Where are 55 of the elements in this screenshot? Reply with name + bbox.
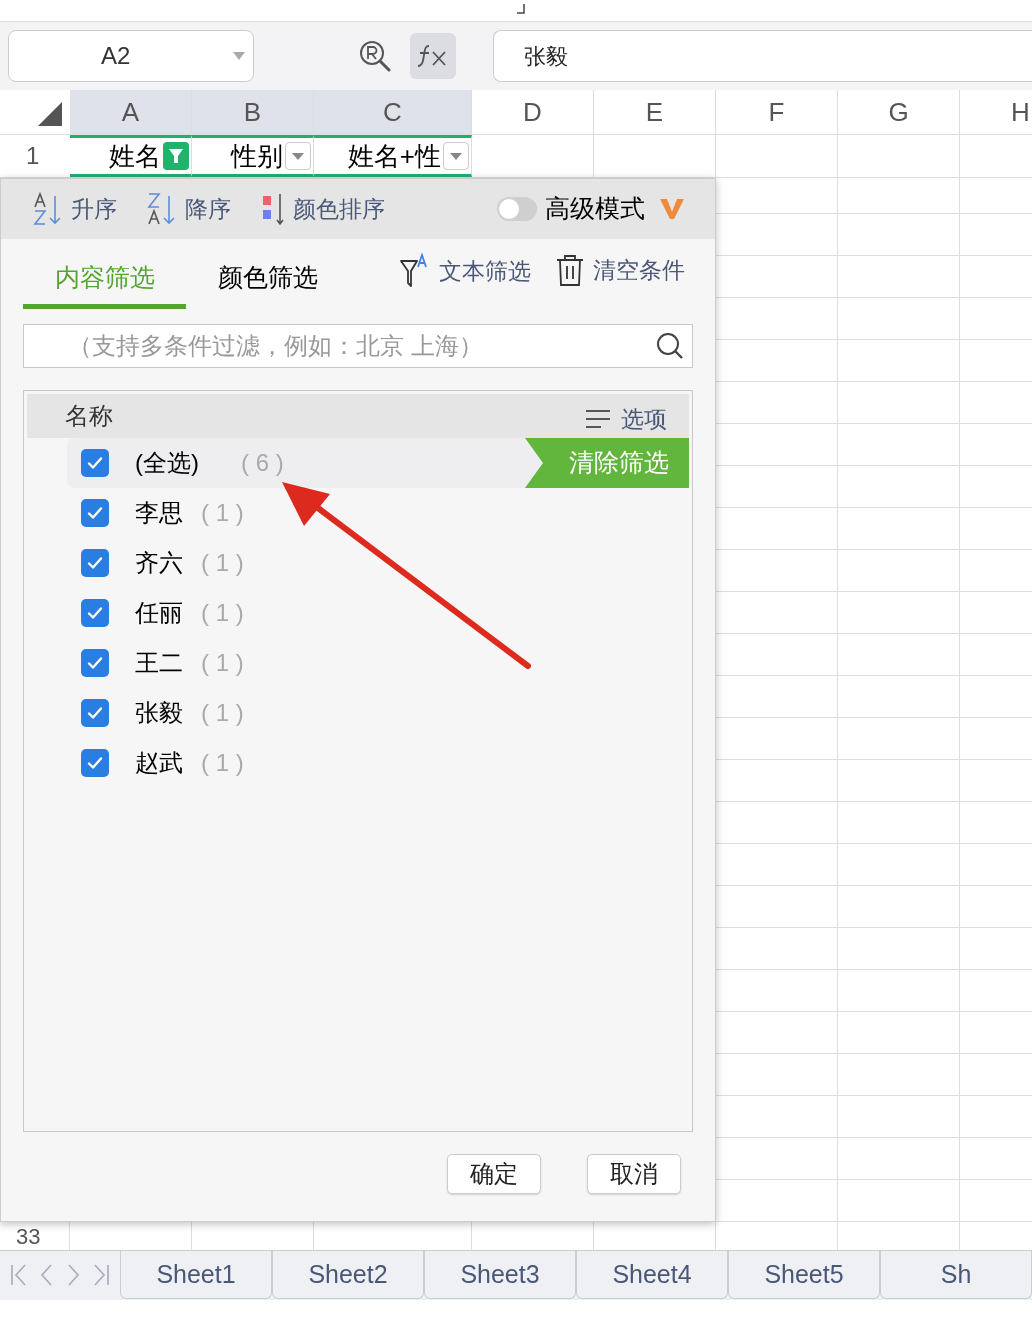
- item-label: (全选): [135, 448, 199, 478]
- sheet-tab[interactable]: Sheet2: [272, 1251, 424, 1299]
- sheet-tab[interactable]: Sheet1: [120, 1251, 272, 1299]
- formula-field[interactable]: 张毅: [493, 30, 1032, 82]
- sheet-tab[interactable]: Sh: [880, 1251, 1032, 1299]
- filter-list-item[interactable]: 李思: [67, 495, 183, 531]
- sheet-tab[interactable]: Sheet3: [424, 1251, 576, 1299]
- item-label: 任丽: [135, 598, 183, 628]
- item-label: 王二: [135, 648, 183, 678]
- sort-button[interactable]: 降序: [147, 191, 231, 227]
- item-label: 张毅: [135, 698, 183, 728]
- name-box[interactable]: A2: [8, 30, 254, 82]
- filter-list-item[interactable]: 张毅: [67, 695, 183, 731]
- dialog-button[interactable]: 确定: [447, 1154, 541, 1194]
- dialog-button[interactable]: 取消: [587, 1154, 681, 1194]
- filter-list-item[interactable]: 赵武: [67, 745, 183, 781]
- item-label: 赵武: [135, 748, 183, 778]
- filter-list-item[interactable]: 任丽: [67, 595, 183, 631]
- header-text: 姓名+性: [347, 139, 441, 173]
- search-placeholder: （支持多条件过滤，例如：北京 上海）: [68, 331, 484, 361]
- filter-action-button[interactable]: 文本筛选: [399, 253, 531, 289]
- column-header[interactable]: C: [314, 90, 472, 134]
- row-number: 1: [25, 141, 41, 171]
- filter-tab[interactable]: 颜色筛选: [186, 253, 349, 309]
- item-count: ( 1 ): [201, 748, 244, 778]
- filter-list-item[interactable]: 齐六: [67, 545, 183, 581]
- sort-button[interactable]: 升序: [33, 191, 117, 227]
- column-header[interactable]: A: [70, 90, 192, 134]
- column-header[interactable]: D: [472, 90, 594, 134]
- item-count: ( 6 ): [241, 448, 284, 478]
- header-text: 姓名: [109, 139, 161, 173]
- sheet-tab[interactable]: Sheet5: [728, 1251, 880, 1299]
- column-header[interactable]: G: [838, 90, 960, 134]
- filter-list-item[interactable]: 王二: [67, 645, 183, 681]
- column-header[interactable]: F: [716, 90, 838, 134]
- item-count: ( 1 ): [201, 548, 244, 578]
- column-header[interactable]: B: [192, 90, 314, 134]
- cell-reference: A2: [101, 41, 131, 71]
- item-count: ( 1 ): [201, 648, 244, 678]
- item-count: ( 1 ): [201, 498, 244, 528]
- formula-text: 张毅: [524, 42, 568, 71]
- header-text: 性别: [231, 139, 283, 173]
- item-count: ( 1 ): [201, 698, 244, 728]
- filter-list-item[interactable]: (全选): [67, 445, 199, 481]
- options-button[interactable]: 选项: [585, 395, 667, 437]
- advanced-mode-label: 高级模式: [545, 193, 645, 225]
- item-label: 齐六: [135, 548, 183, 578]
- column-header[interactable]: E: [594, 90, 716, 134]
- filter-action-button[interactable]: 清空条件: [555, 253, 685, 288]
- column-title: 名称: [65, 401, 113, 431]
- item-label: 李思: [135, 498, 183, 528]
- item-count: ( 1 ): [201, 598, 244, 628]
- column-header[interactable]: H: [960, 90, 1032, 134]
- sheet-tab[interactable]: Sheet4: [576, 1251, 728, 1299]
- sort-button[interactable]: 颜色排序: [261, 191, 385, 227]
